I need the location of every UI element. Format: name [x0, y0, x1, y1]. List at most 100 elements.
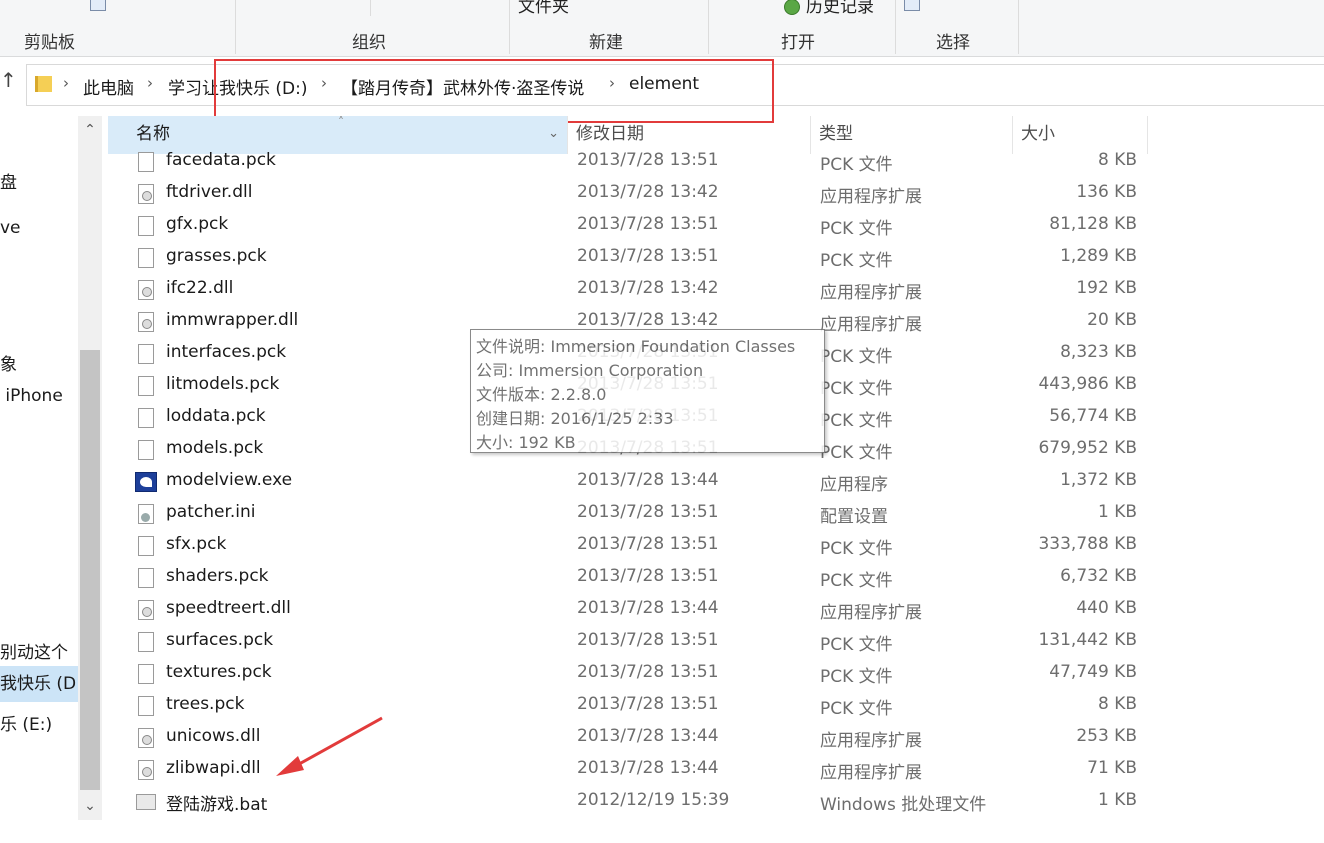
ribbon-group-clipboard: 剪贴板 [24, 33, 75, 53]
file-icon [138, 248, 154, 268]
ribbon-separator [509, 0, 510, 54]
file-type: 应用程序扩展 [820, 283, 922, 303]
file-row[interactable]: gfx.pck 2013/7/28 13:51 PCK 文件 81,128 KB [108, 210, 1148, 242]
file-date: 2013/7/28 13:44 [577, 726, 719, 746]
file-name: litmodels.pck [166, 374, 280, 394]
ribbon-group-select: 选择 [936, 33, 970, 53]
file-row[interactable]: sfx.pck 2013/7/28 13:51 PCK 文件 333,788 KB [108, 530, 1148, 562]
file-date: 2013/7/28 13:51 [577, 566, 719, 586]
file-type: PCK 文件 [820, 219, 893, 239]
nav-item-drive-d[interactable]: 我快乐 (D [0, 666, 78, 702]
tooltip-created: 创建日期: 2016/1/25 2:33 [476, 409, 674, 428]
breadcrumb-chevron-icon[interactable]: › [147, 74, 153, 92]
file-size: 81,128 KB [1049, 214, 1137, 234]
ribbon-separator [895, 0, 896, 54]
file-size: 440 KB [1076, 598, 1137, 618]
file-row[interactable]: ftdriver.dll 2013/7/28 13:42 应用程序扩展 136 KB [108, 178, 1148, 210]
ribbon-separator [708, 0, 709, 54]
nav-item-onedrive[interactable]: ve [0, 218, 21, 238]
file-date: 2012/12/19 15:39 [577, 790, 730, 810]
scroll-up-icon[interactable]: ⌃ [78, 116, 102, 144]
dll-icon [138, 760, 154, 780]
column-header-name-label: 名称 [136, 124, 170, 144]
file-icon [138, 536, 154, 556]
nav-scrollbar[interactable]: ⌃ ⌄ [78, 116, 102, 820]
file-icon [138, 440, 154, 460]
file-name: immwrapper.dll [166, 310, 299, 330]
file-row[interactable]: zlibwapi.dll 2013/7/28 13:44 应用程序扩展 71 KB [108, 754, 1148, 786]
ribbon-clipboard-button[interactable] [90, 0, 112, 14]
file-row[interactable]: ifc22.dll 2013/7/28 13:42 应用程序扩展 192 KB [108, 274, 1148, 306]
file-name: surfaces.pck [166, 630, 274, 650]
file-date: 2013/7/28 13:51 [577, 694, 719, 714]
file-row[interactable]: textures.pck 2013/7/28 13:51 PCK 文件 47,749 … [108, 658, 1148, 690]
breadcrumb-chevron-icon[interactable]: › [63, 74, 69, 92]
file-date: 2013/7/28 13:51 [577, 630, 719, 650]
file-type: PCK 文件 [820, 411, 893, 431]
ini-icon [138, 504, 154, 524]
navigation-pane: 盘 ve 象 iPhone 别动这个 我快乐 (D 乐 (E:) [0, 110, 78, 843]
file-name: modelview.exe [166, 470, 293, 490]
ribbon-folder-label[interactable]: 文件夹 [518, 0, 569, 17]
scroll-thumb[interactable] [80, 350, 100, 790]
ribbon-group-open: 打开 [781, 33, 815, 53]
file-row[interactable]: modelview.exe 2013/7/28 13:44 应用程序 1,372 KB [108, 466, 1148, 498]
file-row[interactable]: speedtreert.dll 2013/7/28 13:44 应用程序扩展 440 … [108, 594, 1148, 626]
nav-item-drive-e[interactable]: 乐 (E:) [0, 710, 52, 735]
file-type: PCK 文件 [820, 379, 893, 399]
file-row[interactable]: trees.pck 2013/7/28 13:51 PCK 文件 8 KB [108, 690, 1148, 722]
nav-item-iphone[interactable]: iPhone [0, 386, 62, 406]
file-type: 应用程序 [820, 475, 888, 495]
file-name: interfaces.pck [166, 342, 287, 362]
file-name: 登陆游戏.bat [166, 795, 268, 815]
file-size: 8,323 KB [1060, 342, 1137, 362]
file-name: patcher.ini [166, 502, 256, 522]
file-name: ftdriver.dll [166, 182, 253, 202]
nav-item-dont-move[interactable]: 别动这个 [0, 638, 68, 663]
ribbon-select-all[interactable] [904, 0, 926, 14]
select-all-icon [904, 0, 920, 11]
file-type: PCK 文件 [820, 539, 893, 559]
file-size: 136 KB [1076, 182, 1137, 202]
nav-item-drive[interactable]: 盘 [0, 168, 17, 193]
up-arrow-icon[interactable]: ↑ [0, 68, 17, 92]
file-icon [138, 696, 154, 716]
copy-path-icon [90, 0, 106, 11]
file-icon [138, 376, 154, 396]
nav-item-objects[interactable]: 象 [0, 350, 17, 375]
tooltip-description: 文件说明: Immersion Foundation Classes [476, 337, 796, 356]
file-type: PCK 文件 [820, 443, 893, 463]
ribbon-separator [370, 0, 371, 16]
file-name: ifc22.dll [166, 278, 234, 298]
annotation-red-box [214, 59, 774, 123]
scroll-down-icon[interactable]: ⌄ [78, 792, 102, 820]
file-name: unicows.dll [166, 726, 261, 746]
file-icon [138, 152, 154, 172]
file-name: loddata.pck [166, 406, 266, 426]
file-row[interactable]: 登陆游戏.bat 2012/12/19 15:39 Windows 批处理文件 1 K… [108, 786, 1148, 818]
file-type: PCK 文件 [820, 635, 893, 655]
file-size: 253 KB [1076, 726, 1137, 746]
file-row[interactable]: patcher.ini 2013/7/28 13:51 配置设置 1 KB [108, 498, 1148, 530]
file-row[interactable]: shaders.pck 2013/7/28 13:51 PCK 文件 6,732 KB [108, 562, 1148, 594]
file-row[interactable]: facedata.pck 2013/7/28 13:51 PCK 文件 8 KB [108, 146, 1148, 178]
file-type: 应用程序扩展 [820, 731, 922, 751]
ribbon-group-organize: 组织 [352, 33, 386, 53]
annotation-red-arrow [276, 716, 383, 776]
file-size: 56,774 KB [1049, 406, 1137, 426]
file-name: textures.pck [166, 662, 272, 682]
file-size: 20 KB [1087, 310, 1137, 330]
file-date: 2013/7/28 13:51 [577, 246, 719, 266]
ribbon-history[interactable]: 历史记录 [784, 0, 874, 17]
file-row[interactable]: grasses.pck 2013/7/28 13:51 PCK 文件 1,289 KB [108, 242, 1148, 274]
ribbon-group-new: 新建 [589, 33, 623, 53]
file-row[interactable]: unicows.dll 2013/7/28 13:44 应用程序扩展 253 KB [108, 722, 1148, 754]
file-size: 1,372 KB [1060, 470, 1137, 490]
folder-icon [35, 76, 52, 92]
file-type: PCK 文件 [820, 155, 893, 175]
file-type: PCK 文件 [820, 251, 893, 271]
tooltip-company: 公司: Immersion Corporation [476, 361, 704, 380]
breadcrumb-this-pc[interactable]: 此电脑 [83, 74, 134, 99]
file-icon [138, 568, 154, 588]
file-row[interactable]: surfaces.pck 2013/7/28 13:51 PCK 文件 131,442… [108, 626, 1148, 658]
